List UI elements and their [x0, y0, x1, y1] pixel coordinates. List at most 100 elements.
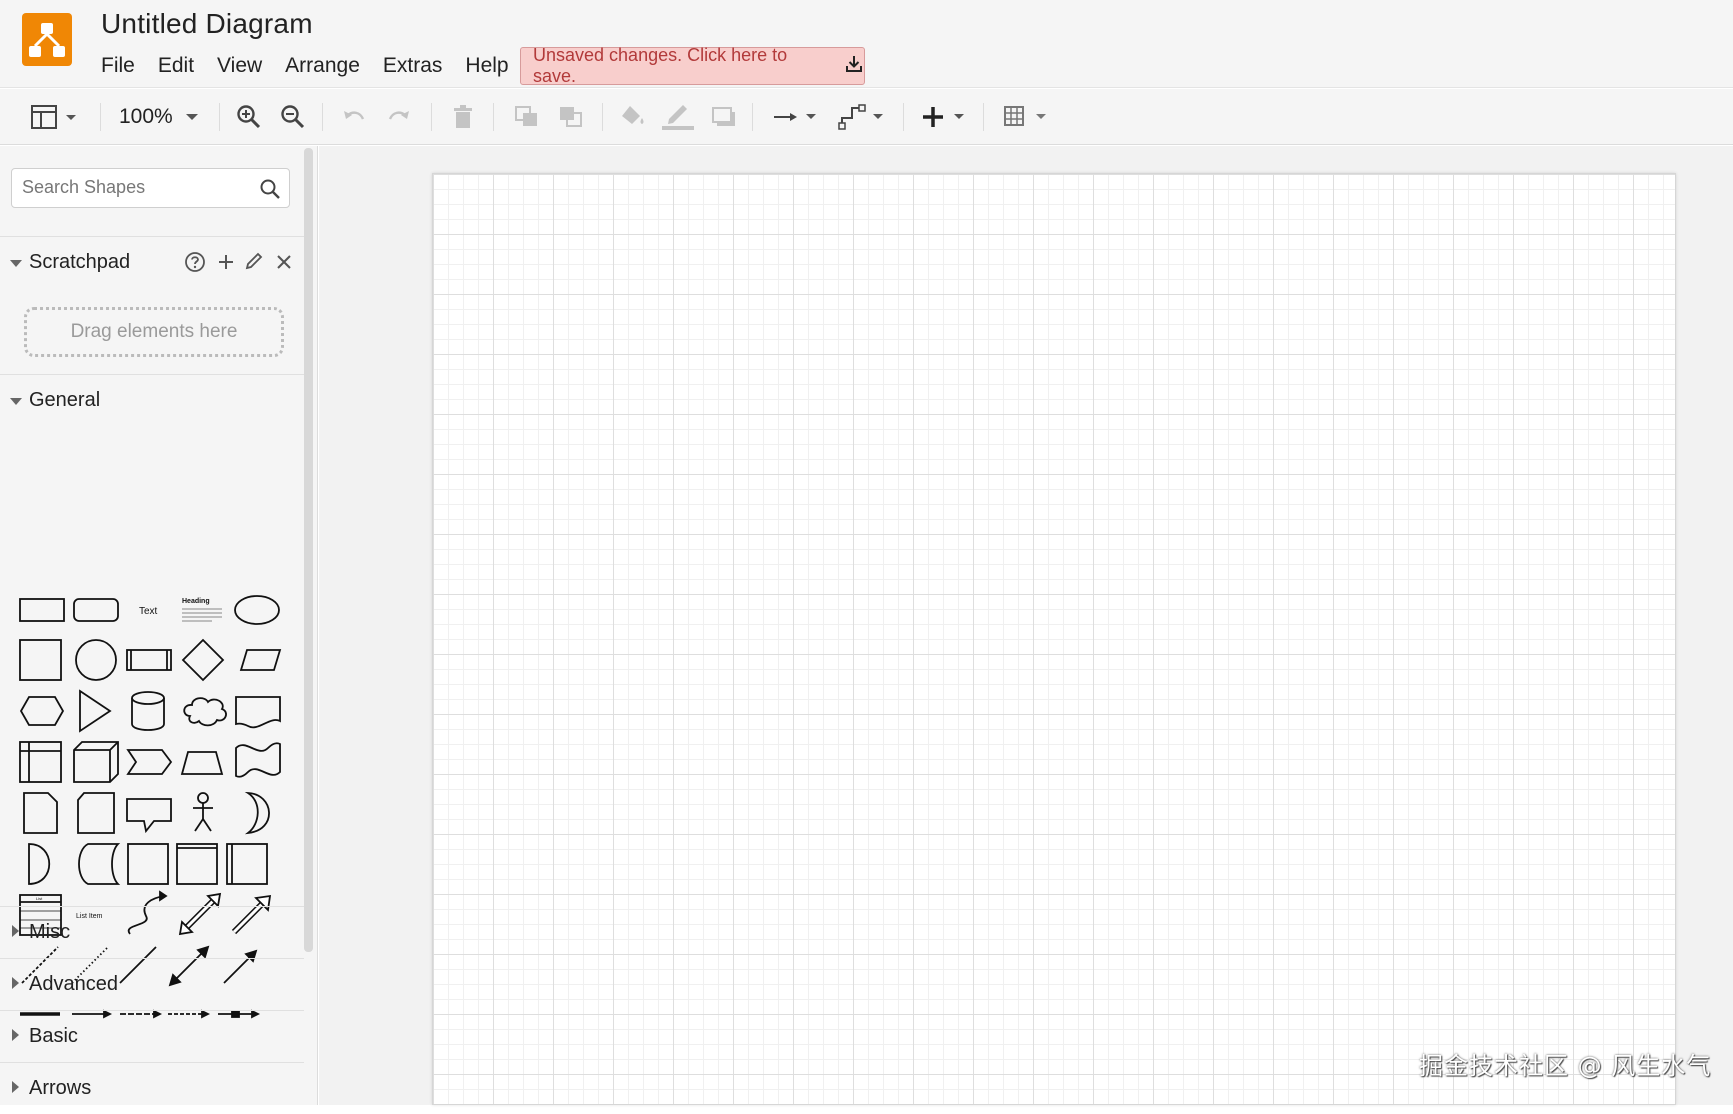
- menu-bar: File Edit View Arrange Extras Help: [101, 54, 532, 78]
- add-icon[interactable]: [216, 251, 236, 278]
- shape-parallelogram[interactable]: [239, 649, 282, 671]
- menu-view[interactable]: View: [217, 54, 262, 78]
- shadow-icon: [711, 105, 737, 129]
- shape-cube[interactable]: [73, 741, 119, 783]
- misc-header[interactable]: Misc: [0, 906, 304, 958]
- shape-trapezoid[interactable]: [180, 751, 224, 775]
- shape-step[interactable]: [126, 749, 173, 775]
- shape-callout[interactable]: [126, 798, 172, 834]
- toolbar-separator: [219, 103, 220, 131]
- format-panel-button[interactable]: [30, 89, 82, 145]
- collapsed-arrow-icon: [11, 1028, 21, 1047]
- shape-vertical-container[interactable]: [226, 843, 268, 885]
- expanded-arrow-icon: [9, 394, 23, 412]
- shape-internal-storage[interactable]: [19, 741, 62, 783]
- shape-rectangle[interactable]: [19, 598, 65, 622]
- expanded-arrow-icon: [9, 256, 23, 274]
- zoom-dropdown[interactable]: 100%: [119, 89, 199, 145]
- undo-button[interactable]: [341, 89, 367, 145]
- to-back-button[interactable]: [558, 89, 584, 145]
- fill-color-button[interactable]: [620, 89, 646, 145]
- connection-icon: [772, 107, 820, 127]
- menu-edit[interactable]: Edit: [158, 54, 194, 78]
- shape-document[interactable]: [235, 696, 281, 729]
- help-icon[interactable]: [184, 251, 206, 278]
- shapes-sidebar: Scratchpad Drag elements here General Te…: [0, 146, 318, 1105]
- table-dropdown[interactable]: [1003, 89, 1053, 145]
- collapsed-arrow-icon: [11, 924, 21, 943]
- menu-extras[interactable]: Extras: [383, 54, 443, 78]
- format-panel-icon: [30, 105, 82, 129]
- shape-or[interactable]: [244, 791, 270, 835]
- scratchpad-header[interactable]: Scratchpad: [0, 236, 304, 288]
- diagram-page[interactable]: [432, 173, 1676, 1105]
- shape-container[interactable]: [127, 843, 169, 885]
- shape-swimlane[interactable]: [176, 843, 218, 885]
- delete-button[interactable]: [452, 89, 474, 145]
- search-shapes-box: [11, 168, 290, 208]
- toolbar: 100%: [0, 89, 1733, 145]
- shape-note[interactable]: [23, 792, 58, 834]
- shape-cylinder[interactable]: [131, 691, 165, 731]
- shape-circle[interactable]: [75, 639, 117, 681]
- close-icon[interactable]: [275, 251, 293, 278]
- document-title[interactable]: Untitled Diagram: [101, 8, 313, 40]
- shape-rounded-rectangle[interactable]: [73, 598, 119, 622]
- shadow-button[interactable]: [711, 89, 737, 145]
- edit-pencil-icon[interactable]: [244, 251, 264, 278]
- unsaved-changes-banner[interactable]: Unsaved changes. Click here to save.: [520, 45, 865, 86]
- arrows-header[interactable]: Arrows: [0, 1062, 304, 1114]
- shape-square[interactable]: [19, 639, 62, 681]
- table-icon: [1003, 105, 1053, 129]
- insert-dropdown[interactable]: [922, 89, 970, 145]
- list-shape-text: List: [36, 896, 43, 901]
- line-color-button[interactable]: [661, 89, 695, 145]
- drawio-logo-icon[interactable]: [22, 13, 72, 66]
- redo-button[interactable]: [386, 89, 412, 145]
- waypoints-icon: [838, 104, 888, 130]
- shape-triangle[interactable]: [79, 689, 112, 733]
- general-header[interactable]: General: [0, 374, 304, 426]
- shape-hexagon[interactable]: [19, 696, 65, 726]
- zoom-in-icon: [236, 104, 262, 130]
- scratchpad-label: Scratchpad: [29, 251, 131, 273]
- scratchpad-dropzone[interactable]: Drag elements here: [24, 307, 284, 357]
- sidebar-scrollbar[interactable]: [304, 148, 313, 952]
- advanced-header[interactable]: Advanced: [0, 958, 304, 1010]
- shape-data-storage[interactable]: [78, 843, 121, 885]
- basic-header[interactable]: Basic: [0, 1010, 304, 1062]
- toolbar-separator: [903, 103, 904, 131]
- shape-diamond[interactable]: [181, 638, 225, 682]
- zoom-in-button[interactable]: [236, 89, 262, 145]
- toolbar-separator: [493, 103, 494, 131]
- toolbar-separator: [602, 103, 603, 131]
- shape-ellipse[interactable]: [234, 595, 280, 625]
- shape-heading-textbox[interactable]: Heading: [182, 598, 222, 622]
- unsaved-changes-text: Unsaved changes. Click here to save.: [533, 45, 788, 86]
- shape-process[interactable]: [126, 649, 172, 671]
- zoom-out-button[interactable]: [280, 89, 306, 145]
- shape-tape[interactable]: [235, 742, 281, 778]
- chevron-down-icon: [185, 112, 199, 122]
- search-icon[interactable]: [259, 178, 281, 205]
- to-front-button[interactable]: [514, 89, 540, 145]
- toolbar-separator: [322, 103, 323, 131]
- redo-icon: [386, 106, 412, 128]
- advanced-label: Advanced: [29, 973, 118, 995]
- search-shapes-input[interactable]: [22, 177, 252, 198]
- shape-card[interactable]: [77, 792, 115, 834]
- waypoints-dropdown[interactable]: [838, 89, 888, 145]
- line-color-icon: [661, 103, 695, 131]
- shape-delay[interactable]: [28, 843, 51, 885]
- shape-actor[interactable]: [193, 792, 213, 832]
- connection-style-dropdown[interactable]: [772, 89, 820, 145]
- toolbar-separator: [431, 103, 432, 131]
- delete-icon: [452, 105, 474, 129]
- menu-help[interactable]: Help: [465, 54, 508, 78]
- menu-arrange[interactable]: Arrange: [285, 54, 360, 78]
- menu-file[interactable]: File: [101, 54, 135, 78]
- general-shapes-grid: Text Heading List List Item: [12, 426, 302, 1019]
- shape-cloud[interactable]: [183, 697, 227, 727]
- shape-text[interactable]: Text: [139, 606, 158, 617]
- toolbar-separator: [752, 103, 753, 131]
